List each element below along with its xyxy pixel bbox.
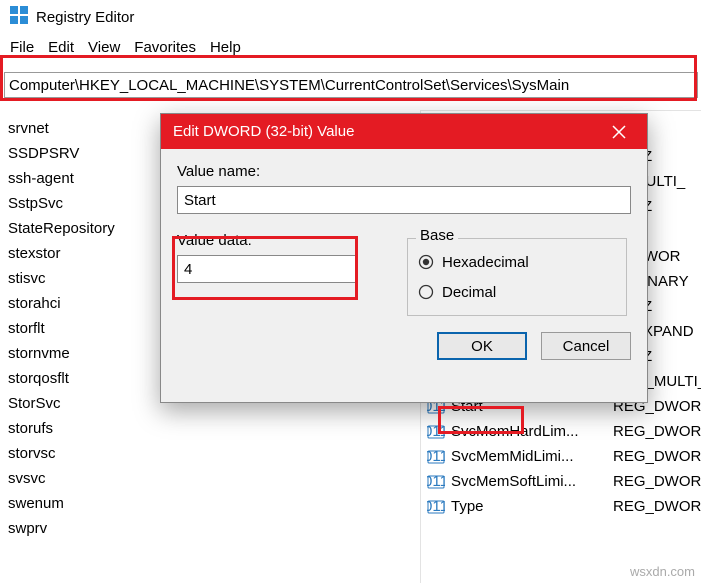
menu-file[interactable]: File [10,39,34,56]
dialog-titlebar: Edit DWORD (32-bit) Value [161,114,647,149]
tree-item[interactable]: storahci [4,291,160,316]
value-row[interactable]: 011SvcMemSoftLimi...REG_DWOR [427,469,695,494]
menu-favorites[interactable]: Favorites [134,39,196,56]
tree-item[interactable]: swenum [4,491,160,516]
regedit-icon [10,6,28,28]
tree-item[interactable]: stexstor [4,241,160,266]
key-tree[interactable]: srvnetSSDPSRVssh-agentSstpSvcStateReposi… [0,110,164,583]
ok-label: OK [471,338,493,355]
reg-value-icon: 011 [427,423,445,441]
reg-value-icon: 011 [427,448,445,466]
dec-label: Decimal [442,284,496,301]
radio-unselected-icon [418,284,434,300]
tree-item[interactable]: svsvc [4,466,160,491]
window-titlebar: Registry Editor [0,0,701,34]
base-label: Base [416,227,458,244]
dialog-title: Edit DWORD (32-bit) Value [173,123,354,140]
tree-item[interactable]: storufs [4,416,160,441]
svg-text:011: 011 [427,448,445,465]
hex-label: Hexadecimal [442,254,529,271]
value-name: SvcMemMidLimi... [451,448,607,465]
value-name: SvcMemHardLim... [451,423,607,440]
tree-item[interactable]: ssh-agent [4,166,160,191]
radio-decimal[interactable]: Decimal [418,277,616,307]
address-bar [0,70,701,100]
reg-value-icon: 011 [427,498,445,516]
tree-item[interactable]: storflt [4,316,160,341]
menu-bar: File Edit View Favorites Help [0,34,701,60]
base-fieldset: Base Hexadecimal Decimal [407,238,627,316]
edit-dword-dialog: Edit DWORD (32-bit) Value Value name: Va… [160,113,648,403]
close-icon [612,125,626,139]
value-name: Type [451,498,607,515]
value-row[interactable]: 011TypeREG_DWOR [427,494,695,519]
radio-hexadecimal[interactable]: Hexadecimal [418,247,616,277]
value-row[interactable]: 011SvcMemMidLimi...REG_DWOR [427,444,695,469]
tree-item[interactable]: srvnet [4,116,160,141]
svg-text:011: 011 [427,423,445,440]
tree-item[interactable]: storvsc [4,441,160,466]
tree-item[interactable]: SSDPSRV [4,141,160,166]
value-data-label: Value data: [177,232,387,249]
value-type: REG_DWOR [613,423,701,440]
tree-item[interactable]: SstpSvc [4,191,160,216]
value-row[interactable]: 011SvcMemHardLim...REG_DWOR [427,419,695,444]
cancel-button[interactable]: Cancel [541,332,631,360]
tree-item[interactable]: storqosflt [4,366,160,391]
radio-selected-icon [418,254,434,270]
tree-item[interactable]: stornvme [4,341,160,366]
menu-help[interactable]: Help [210,39,241,56]
value-data-input[interactable] [177,255,357,283]
address-input[interactable] [4,72,698,98]
window-title: Registry Editor [36,9,134,26]
svg-text:011: 011 [427,473,445,490]
tree-item[interactable]: swprv [4,516,160,541]
watermark: wsxdn.com [630,564,695,579]
value-type: REG_DWOR [613,448,701,465]
menu-view[interactable]: View [88,39,120,56]
dialog-close-button[interactable] [603,116,635,148]
svg-text:011: 011 [427,498,445,515]
value-name: SvcMemSoftLimi... [451,473,607,490]
value-type: REG_DWOR [613,473,701,490]
ok-button[interactable]: OK [437,332,527,360]
tree-item[interactable]: StateRepository [4,216,160,241]
reg-value-icon: 011 [427,473,445,491]
value-name-label: Value name: [177,163,631,180]
value-type: REG_DWOR [613,498,701,515]
tree-item[interactable]: stisvc [4,266,160,291]
tree-item[interactable]: StorSvc [4,391,160,416]
menu-edit[interactable]: Edit [48,39,74,56]
value-name-input[interactable] [177,186,631,214]
cancel-label: Cancel [563,338,610,355]
